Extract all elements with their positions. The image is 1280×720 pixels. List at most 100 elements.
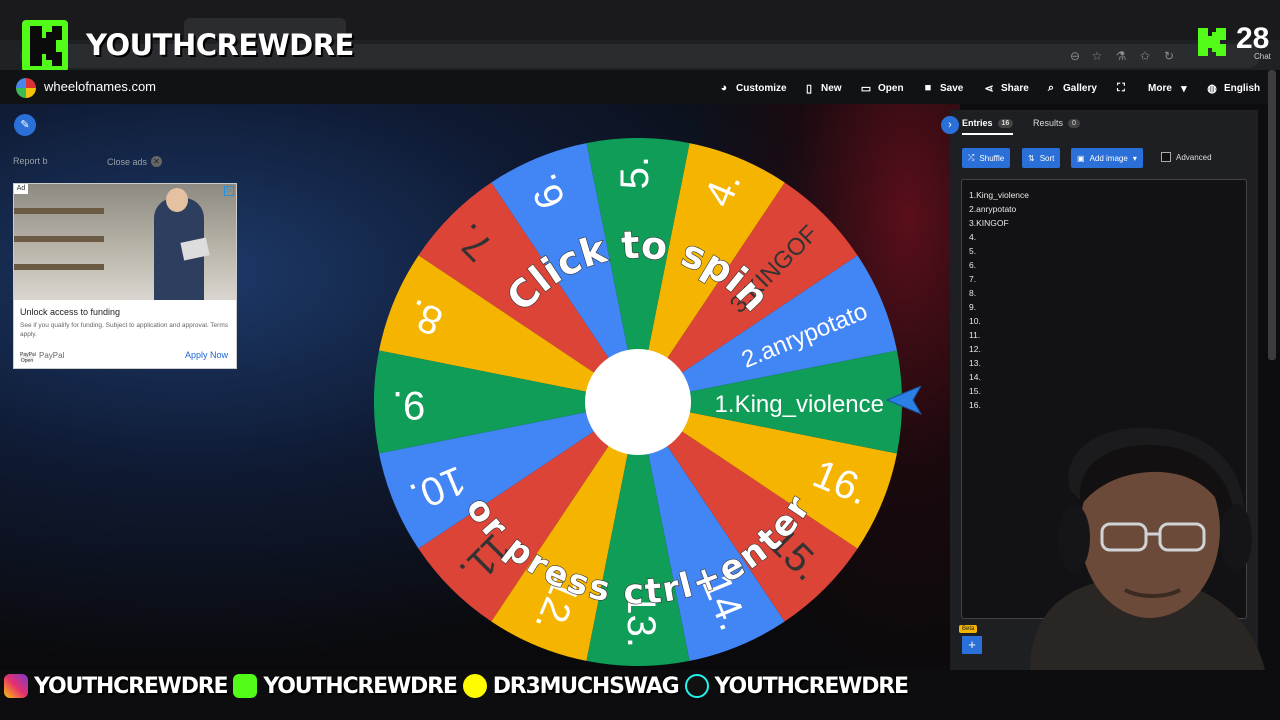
viewer-count: 28	[1236, 22, 1270, 55]
nav-label: Open	[878, 82, 904, 94]
nav-label: English	[1224, 82, 1261, 94]
page-scrollbar[interactable]	[1268, 70, 1276, 360]
entry-line[interactable]: 3.KINGOF	[969, 216, 1239, 230]
chevron-down-icon: ▾	[1132, 153, 1137, 163]
sort-label: Sort	[1039, 153, 1055, 163]
extension-icon[interactable]: ⚗	[1114, 49, 1128, 63]
add-image-label: Add image	[1089, 153, 1128, 163]
entry-line[interactable]: 10.	[969, 314, 1239, 328]
webcam-feed	[1030, 427, 1265, 670]
headphone-right	[1220, 504, 1252, 572]
wheel-hub[interactable]	[585, 349, 691, 455]
chevron-down-icon: ▾	[1181, 82, 1187, 95]
chat-label: Chat	[1254, 52, 1271, 61]
zoom-icon[interactable]: ⊖	[1068, 49, 1082, 63]
shuffle-button[interactable]: ⤮ Shuffle	[962, 148, 1011, 168]
nav-label: New	[821, 82, 842, 94]
nav-language[interactable]: ◍ English	[1206, 78, 1260, 98]
entry-line[interactable]: 6.	[969, 258, 1239, 272]
site-name[interactable]: wheelofnames.com	[44, 79, 156, 94]
snapchat-icon	[462, 674, 487, 698]
shuffle-label: Shuffle	[979, 153, 1005, 163]
tab-entries[interactable]: Entries 16	[962, 118, 1014, 135]
pencil-icon: ✎	[20, 119, 30, 131]
headphone-left	[1058, 504, 1090, 572]
nav-label: Customize	[736, 82, 787, 94]
nav-fullscreen[interactable]: ⛶	[1115, 78, 1127, 98]
tab-label: Entries	[962, 118, 993, 128]
plus-icon: +	[968, 637, 976, 652]
socials-banner: YOUTHCREWDRE YOUTHCREWDRE DR3MUCHSWAG YO…	[0, 670, 1280, 702]
social-handle: YOUTHCREWDRE	[263, 673, 458, 699]
search-icon: ⌕	[1047, 81, 1055, 94]
social-handle: YOUTHCREWDRE	[714, 673, 910, 699]
close-icon: ✕	[151, 156, 163, 167]
palette-icon: ◕	[720, 82, 728, 94]
entry-line[interactable]: 11.	[969, 328, 1239, 342]
spin-wheel[interactable]: 1.King_violence2.anrypotato3.KINGOF4.5.6…	[374, 138, 902, 666]
folder-icon: ▭	[860, 82, 872, 95]
share-icon: ⋖	[984, 82, 994, 95]
nav-save[interactable]: ■ Save	[922, 78, 964, 98]
nav-share[interactable]: ⋖ Share	[983, 78, 1029, 98]
ad-tablet	[180, 237, 210, 261]
kick-logo-icon	[22, 20, 68, 72]
close-ads-label: Close ads	[107, 156, 148, 167]
entry-line[interactable]: 13.	[969, 356, 1239, 370]
entry-line[interactable]: 8.	[969, 286, 1239, 300]
entry-line[interactable]: 2.anrypotato	[969, 202, 1239, 216]
social-handle: YOUTHCREWDRE	[34, 673, 229, 699]
entry-line[interactable]: 16.	[969, 398, 1239, 412]
channel-name: YOUTHCREWDRE	[86, 28, 354, 62]
nav-label: More	[1148, 82, 1172, 94]
nav-gallery[interactable]: ⌕ Gallery	[1045, 78, 1097, 98]
shelf	[14, 208, 104, 214]
nav-label: Share	[1001, 82, 1029, 94]
nav-new[interactable]: ▯ New	[803, 78, 842, 98]
bookmark-star-icon[interactable]: ☆	[1090, 49, 1104, 63]
ad-info-icon[interactable]: ▷	[224, 186, 234, 196]
entries-count-badge: 16	[997, 118, 1014, 128]
save-icon: ■	[924, 82, 932, 94]
nav-customize[interactable]: ◕ Customize	[718, 78, 787, 98]
advanced-checkbox[interactable]	[1161, 152, 1171, 162]
chevron-right-icon: ›	[948, 119, 952, 131]
entry-line[interactable]: 15.	[969, 384, 1239, 398]
ad-headline[interactable]: Unlock access to funding	[20, 307, 120, 317]
sort-button[interactable]: ⇅ Sort	[1022, 148, 1061, 168]
collapse-panel-button[interactable]: ›	[941, 116, 959, 134]
tiktok-icon	[684, 674, 709, 698]
close-ads-button[interactable]: Close ads ✕	[107, 156, 163, 167]
image-icon: ▣	[1077, 153, 1085, 163]
file-icon: ▯	[805, 82, 813, 95]
site-logo-icon[interactable]	[16, 78, 36, 98]
ad-person-head	[166, 188, 188, 212]
entry-line[interactable]: 9.	[969, 300, 1239, 314]
nav-open[interactable]: ▭ Open	[860, 78, 904, 98]
tab-results[interactable]: Results 0	[1033, 118, 1080, 128]
favorites-icon[interactable]: ✩	[1138, 49, 1152, 63]
kick-icon	[233, 674, 258, 698]
advanced-toggle[interactable]: Advanced	[1161, 152, 1212, 162]
wheel-pointer-icon	[885, 386, 923, 416]
shuffle-icon: ⤮	[968, 153, 975, 162]
paypal-logo-icon: PayPal Open	[20, 352, 36, 364]
results-count-badge: 0	[1068, 118, 1080, 128]
entry-line[interactable]: 5.	[969, 244, 1239, 258]
wheel-segment-label: 1.King_violence	[715, 391, 884, 418]
ad-card[interactable]: Ad ▷ Unlock access to funding See if you…	[13, 183, 237, 369]
add-image-button[interactable]: ▣ Add image ▾	[1071, 148, 1143, 168]
ad-image: Ad ▷	[14, 184, 236, 300]
entry-line[interactable]: 4.	[969, 230, 1239, 244]
report-link[interactable]: Report b	[13, 156, 48, 166]
ad-cta-button[interactable]: Apply Now	[185, 350, 228, 360]
entry-line[interactable]: 7.	[969, 272, 1239, 286]
history-icon[interactable]: ↻	[1162, 49, 1176, 63]
edit-button[interactable]: ✎	[14, 114, 36, 136]
nav-more[interactable]: More ▾	[1148, 78, 1190, 98]
entry-line[interactable]: 1.King_violence	[969, 188, 1239, 202]
add-entry-button[interactable]: +	[962, 636, 982, 654]
entry-line[interactable]: 14.	[969, 370, 1239, 384]
shelf	[14, 236, 104, 242]
entry-line[interactable]: 12.	[969, 342, 1239, 356]
